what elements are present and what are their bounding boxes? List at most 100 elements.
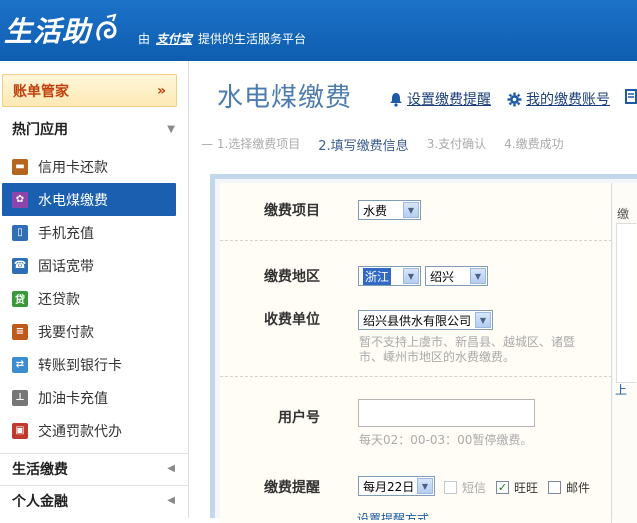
triangle-left-icon: ◀ <box>167 495 175 506</box>
sidebar-item-loan[interactable]: 贷 还贷款 <box>0 282 189 315</box>
step-1-label: 1.选择缴费项目 <box>216 137 301 151</box>
side-box <box>616 223 636 383</box>
sidebar-item-label: 转账到银行卡 <box>38 357 122 374</box>
sidebar-item-fuel-card[interactable]: ⊥ 加油卡充值 <box>0 381 189 414</box>
form-panel: 缴费项目 水费 ▼ 缴费地区 浙江 ▼ 绍兴 ▼ 收费单位 绍兴县供水有限公司 … <box>210 174 637 523</box>
fuel-card-icon: ⊥ <box>12 389 28 406</box>
slogan-prefix: 由 <box>138 32 151 46</box>
email-checkbox[interactable]: 邮件 <box>548 479 590 496</box>
bell-icon <box>390 92 402 107</box>
step-4: 4.缴费成功 <box>504 137 564 151</box>
my-account-link[interactable]: 我的缴费账号 <box>507 89 610 109</box>
reminder-method-link[interactable]: 设置提醒方式 <box>357 512 429 520</box>
double-chevron-right-icon: » <box>156 82 166 99</box>
side-column: 缴 上 <box>613 183 637 523</box>
gear-icon <box>507 92 522 106</box>
item-select[interactable]: 水费 ▼ <box>358 200 421 220</box>
sidebar-menu: ▬ 信用卡还款 ✿ 水电煤缴费 ▯ 手机充值 ☎ 固话宽带 贷 还贷款 ≡ 我要… <box>0 150 189 447</box>
sidebar-item-label: 我要付款 <box>38 324 94 341</box>
user-id-label: 用户号 <box>278 410 320 426</box>
bill-manager-button[interactable]: 账单管家 » <box>2 74 177 107</box>
mobile-phone-icon: ▯ <box>12 224 28 241</box>
alipay-brand[interactable]: 支付宝 <box>156 30 192 47</box>
sidebar-item-label: 固话宽带 <box>38 258 94 275</box>
checkmark-icon: ✓ <box>496 481 509 494</box>
item-label: 缴费项目 <box>264 203 320 219</box>
unit-hint: 暂不支持上虞市、新昌县、越城区、诸暨市、嵊州市地区的水费缴费。 <box>359 335 576 364</box>
set-reminder-label: 设置缴费提醒 <box>407 92 491 108</box>
reminder-label: 缴费提醒 <box>264 480 320 496</box>
bank-transfer-icon: ⇄ <box>12 356 28 373</box>
sidebar-item-label: 加油卡充值 <box>38 390 108 407</box>
province-select[interactable]: 浙江 ▼ <box>358 266 421 286</box>
sidebar: 账单管家 » 热门应用 ▼ ▬ 信用卡还款 ✿ 水电煤缴费 ▯ 手机充值 ☎ 固… <box>0 61 189 518</box>
set-reminder-link[interactable]: 设置缴费提醒 <box>389 89 491 109</box>
hot-apps-label: 热门应用 <box>12 122 68 138</box>
traffic-fine-icon: ▣ <box>12 422 28 439</box>
side-link[interactable]: 上 <box>615 381 627 398</box>
sidebar-item-label: 还贷款 <box>38 291 80 308</box>
bill-manager-label: 账单管家 <box>13 83 69 100</box>
utility-icon: ✿ <box>12 191 28 208</box>
chevron-down-icon: ▼ <box>470 268 486 284</box>
more-link[interactable] <box>625 89 637 104</box>
top-header: 生活助 由 支付宝 提供的生活服务平台 <box>0 0 637 61</box>
triangle-down-icon: ▼ <box>167 123 175 135</box>
credit-card-icon: ▬ <box>12 158 28 175</box>
sms-checkbox[interactable]: 短信 <box>444 479 486 496</box>
landline-icon: ☎ <box>12 257 28 274</box>
unit-select[interactable]: 绍兴县供水有限公司 ▼ <box>358 310 493 330</box>
step-2: 2.填写缴费信息 <box>318 139 409 154</box>
email-label: 邮件 <box>566 481 591 495</box>
checkbox-box <box>444 481 457 494</box>
sidebar-item-landline[interactable]: ☎ 固话宽带 <box>0 249 189 282</box>
city-select[interactable]: 绍兴 ▼ <box>425 266 488 286</box>
sms-label: 短信 <box>462 481 487 495</box>
sidebar-item-utility[interactable]: ✿ 水电煤缴费 <box>2 183 176 216</box>
unit-label: 收费单位 <box>264 312 320 328</box>
slogan: 由 支付宝 提供的生活服务平台 <box>138 30 306 47</box>
reminder-date-select[interactable]: 每月22日 ▼ <box>358 476 435 496</box>
life-payment-header[interactable]: 生活缴费 ◀ <box>0 453 189 483</box>
sidebar-item-payment[interactable]: ≡ 我要付款 <box>0 315 189 348</box>
sidebar-item-label: 水电煤缴费 <box>38 192 108 209</box>
page-title: 水电煤缴费 <box>217 83 353 113</box>
reminder-date-value: 每月22日 <box>363 479 415 494</box>
document-icon <box>625 89 637 104</box>
triangle-left-icon: ◀ <box>167 463 175 474</box>
personal-finance-label: 个人金融 <box>12 493 68 510</box>
main-content: 水电煤缴费 设置缴费提醒 我的缴费账号 — 1.选择缴费项目 2.填写缴费信息 … <box>189 61 637 523</box>
sidebar-item-credit-card[interactable]: ▬ 信用卡还款 <box>0 150 189 183</box>
payment-form: 缴费项目 水费 ▼ 缴费地区 浙江 ▼ 绍兴 ▼ 收费单位 绍兴县供水有限公司 … <box>220 183 612 523</box>
slogan-suffix: 提供的生活服务平台 <box>198 32 307 46</box>
personal-finance-header[interactable]: 个人金融 ◀ <box>0 485 189 515</box>
sidebar-item-mobile[interactable]: ▯ 手机充值 <box>0 216 189 249</box>
chevron-down-icon: ▼ <box>403 202 419 218</box>
loan-icon: 贷 <box>12 290 28 307</box>
unit-select-value: 绍兴县供水有限公司 <box>363 313 472 328</box>
user-id-input[interactable] <box>358 399 535 427</box>
step-1: — 1.选择缴费项目 <box>201 137 301 151</box>
sidebar-item-label: 手机充值 <box>38 225 94 242</box>
divider <box>220 240 612 241</box>
chevron-down-icon: ▼ <box>475 312 491 328</box>
sidebar-item-label: 信用卡还款 <box>38 159 108 176</box>
life-payment-label: 生活缴费 <box>12 461 68 478</box>
step-3: 3.支付确认 <box>426 137 487 151</box>
my-account-label: 我的缴费账号 <box>526 92 610 108</box>
sidebar-item-traffic-fine[interactable]: ▣ 交通罚款代办 <box>0 414 189 447</box>
sidebar-item-label: 交通罚款代办 <box>38 423 122 440</box>
progress-steps: — 1.选择缴费项目 2.填写缴费信息 3.支付确认 4.缴费成功 <box>201 135 564 154</box>
item-select-value: 水费 <box>363 203 388 218</box>
side-text: 缴 <box>617 207 630 221</box>
logo[interactable]: 生活助 <box>4 8 123 52</box>
checkbox-box <box>548 481 561 494</box>
province-select-value: 浙江 <box>363 267 392 285</box>
logo-text: 生活助 <box>4 15 92 48</box>
sidebar-item-bank-transfer[interactable]: ⇄ 转账到银行卡 <box>0 348 189 381</box>
wangwang-checkbox[interactable]: ✓ 旺旺 <box>496 479 538 496</box>
divider <box>220 376 612 377</box>
hot-apps-header[interactable]: 热门应用 ▼ <box>0 114 189 144</box>
wangwang-label: 旺旺 <box>514 481 539 495</box>
user-id-hint: 每天02：00-03：00暂停缴费。 <box>359 433 533 447</box>
